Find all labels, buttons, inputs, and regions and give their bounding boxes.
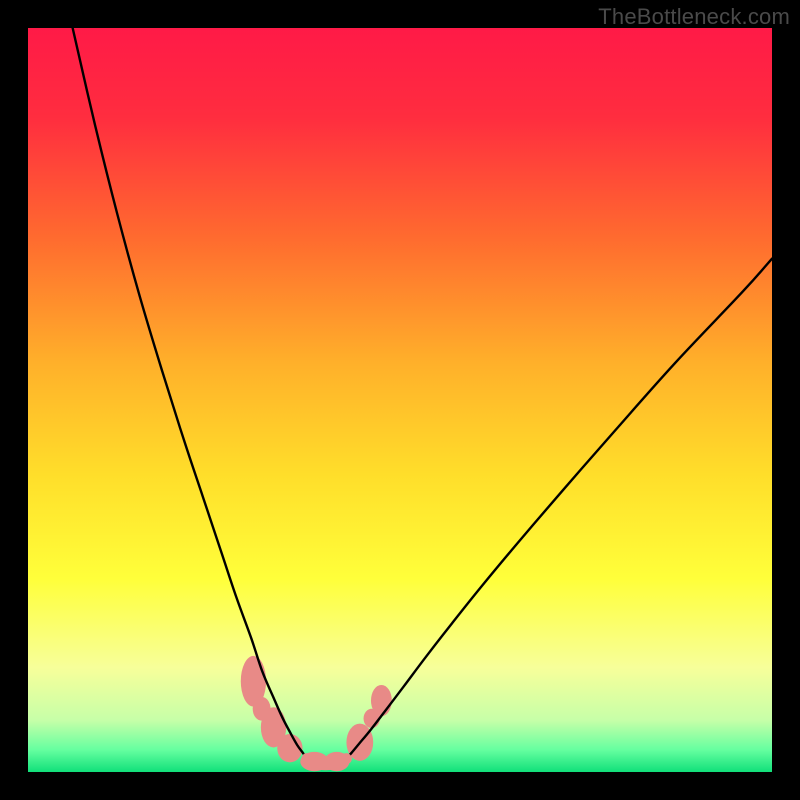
chart-frame: TheBottleneck.com bbox=[0, 0, 800, 800]
bottleneck-chart bbox=[28, 28, 772, 772]
marker-blob-8 bbox=[371, 685, 392, 716]
plot-area bbox=[28, 28, 772, 772]
gradient-background bbox=[28, 28, 772, 772]
watermark-text: TheBottleneck.com bbox=[598, 4, 790, 30]
series-bottom-band bbox=[307, 759, 346, 765]
